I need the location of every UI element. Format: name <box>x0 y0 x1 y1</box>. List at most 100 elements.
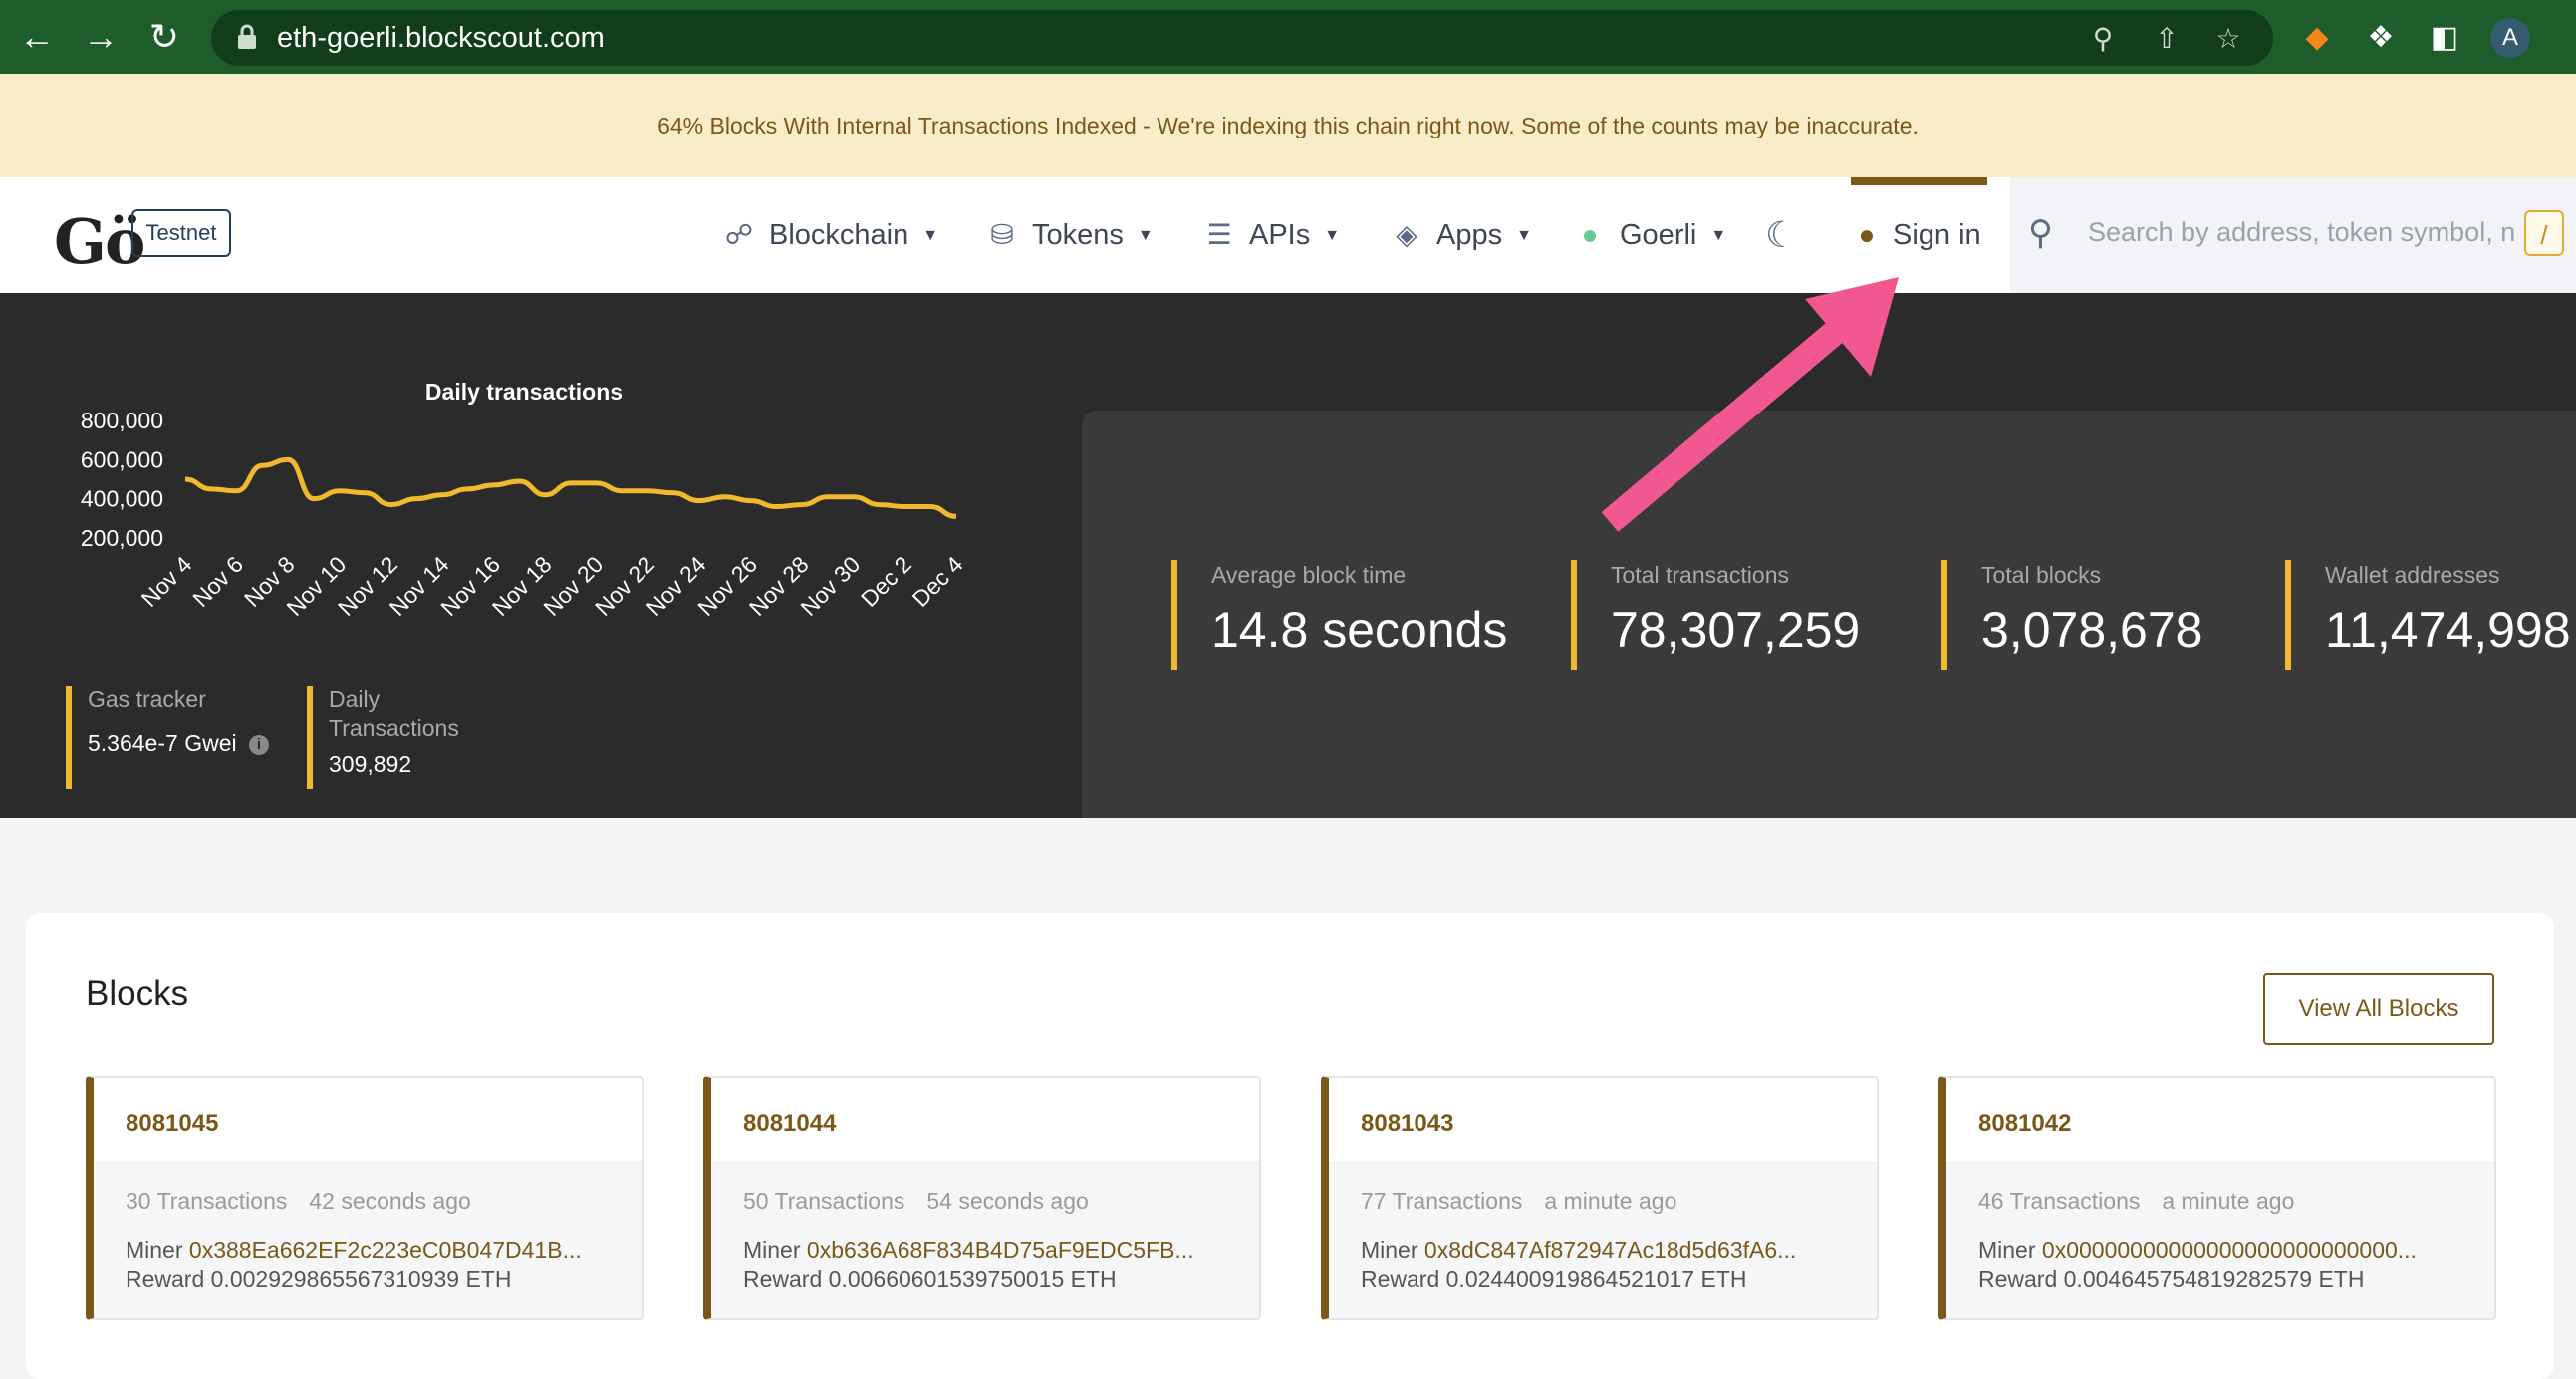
block-tx-count: 50 Transactions <box>743 1188 905 1214</box>
bookmark-star-icon[interactable]: ☆ <box>2213 24 2243 54</box>
goerli-logo[interactable]: Gö <box>54 205 145 278</box>
layers-icon: ◈ <box>1396 219 1417 250</box>
coins-icon: ⛁ <box>990 219 1014 250</box>
link-icon: ☍ <box>724 219 754 250</box>
block-tile: 8081043 77 Transactions a minute ago Mine… <box>1321 1076 1879 1320</box>
zoom-search-icon[interactable]: ⚲ <box>2088 24 2118 54</box>
daily-transactions-stat: Daily Transactions 309,892 <box>307 686 506 789</box>
y-tick-label: 400,000 <box>81 486 163 512</box>
browser-toolbar: ← → ↻ eth-goerli.blockscout.com ⚲ ⇧ ☆ ◆ … <box>0 0 2576 74</box>
stat-label: Total blocks <box>1981 562 2102 588</box>
chevron-down-icon: ▼ <box>1710 227 1727 245</box>
search-shortcut-key: / <box>2524 210 2564 256</box>
stat-average-block-time: Average block time 14.8 seconds <box>1171 560 1507 670</box>
block-number-link[interactable]: 8081045 <box>126 1110 218 1138</box>
gas-tracker: Gas tracker 5.364e-7 Gwei i <box>66 686 295 789</box>
stat-value: 3,078,678 <box>1981 602 2203 658</box>
back-icon[interactable]: ← <box>14 14 60 60</box>
x-tick-label: Nov 30 <box>795 551 865 621</box>
stat-total-blocks: Total blocks 3,078,678 <box>1941 560 2202 670</box>
block-reward: Reward 0.002929865567310939 ETH <box>126 1266 512 1292</box>
chevron-down-icon: ▼ <box>922 227 939 245</box>
nav-tokens[interactable]: ⛁ Tokens ▼ <box>984 213 1153 257</box>
block-meta: 46 Transactions a minute ago <box>1978 1188 2294 1215</box>
nav-apis-label: APIs <box>1249 219 1311 251</box>
gas-tracker-value: 5.364e-7 Gwei i <box>88 730 295 757</box>
miner-address-link[interactable]: 0xb636A68F834B4D75aF9EDC5FB... <box>807 1238 1194 1263</box>
nav-blockchain-label: Blockchain <box>769 219 909 251</box>
miner-address-link[interactable]: 0x00000000000000000000000000... <box>2042 1238 2417 1263</box>
stat-label: Wallet addresses <box>2325 562 2500 588</box>
miner-label: Miner <box>1361 1238 1418 1263</box>
view-all-blocks-button[interactable]: View All Blocks <box>2263 973 2494 1045</box>
x-tick-label: Dec 4 <box>907 551 968 612</box>
nav-apps-label: Apps <box>1436 219 1503 251</box>
search-bar[interactable]: ⚲ Search by address, token symbol, n <box>2010 177 2576 293</box>
chevron-down-icon: ▼ <box>1516 227 1532 245</box>
share-icon[interactable]: ⇧ <box>2152 24 2182 54</box>
metamask-fox-icon[interactable]: ◆ <box>2297 18 2337 58</box>
miner-label: Miner <box>1978 1238 2036 1263</box>
block-number-link[interactable]: 8081043 <box>1361 1110 1453 1138</box>
nav-apps[interactable]: ◈ Apps ▼ <box>1389 213 1532 257</box>
nav-blockchain[interactable]: ☍ Blockchain ▼ <box>721 213 938 257</box>
block-meta: 77 Transactions a minute ago <box>1361 1188 1676 1215</box>
block-miner: Miner 0x00000000000000000000000000... <box>1978 1238 2476 1264</box>
address-bar[interactable]: eth-goerli.blockscout.com ⚲ ⇧ ☆ <box>211 10 2273 66</box>
url-text: eth-goerli.blockscout.com <box>277 22 605 54</box>
indexing-banner: 64% Blocks With Internal Transactions In… <box>0 74 2576 177</box>
block-tx-count: 30 Transactions <box>126 1188 288 1214</box>
stats-panel: Average block time 14.8 seconds Total tr… <box>1082 411 2576 818</box>
block-tx-count: 46 Transactions <box>1978 1188 2141 1214</box>
block-tile: 8081042 46 Transactions a minute ago Mine… <box>1938 1076 2496 1320</box>
nav-network-select[interactable]: Goerli ▼ <box>1584 213 1726 257</box>
y-tick-label: 800,000 <box>81 408 163 433</box>
user-icon: ● <box>1858 219 1876 250</box>
search-input[interactable]: Search by address, token symbol, n <box>2088 217 2546 248</box>
block-miner: Miner 0x388Ea662EF2c223eC0B047D41B... <box>126 1238 624 1264</box>
stat-value: 78,307,259 <box>1611 602 1861 658</box>
daily-transactions-label-2: Transactions <box>329 715 459 741</box>
sign-in-indicator <box>1851 177 1987 185</box>
nav-apis[interactable]: ☰ APIs ▼ <box>1201 213 1340 257</box>
sliders-icon: ☰ <box>1206 219 1232 250</box>
miner-address-link[interactable]: 0x8dC847Af872947Ac18d5d63fA6... <box>1424 1238 1796 1263</box>
reload-icon[interactable]: ↻ <box>141 14 187 60</box>
sign-in-label: Sign in <box>1893 219 1981 251</box>
side-panel-icon[interactable]: ◧ <box>2425 18 2464 58</box>
block-reward: Reward 0.004645754819282579 ETH <box>1978 1266 2365 1292</box>
extensions-puzzle-icon[interactable]: ❖ <box>2361 18 2401 58</box>
daily-transactions-chart: 800,000 600,000 400,000 200,000Nov 4Nov 6 No… <box>81 408 968 621</box>
dark-mode-moon-icon[interactable]: ☾ <box>1765 213 1797 257</box>
x-tick-label: Dec 2 <box>856 551 916 612</box>
sign-in-button[interactable]: ● Sign in <box>1849 213 1981 257</box>
network-status-dot <box>1584 230 1596 243</box>
search-icon: ⚲ <box>2028 214 2053 252</box>
stat-wallet-addresses: Wallet addresses 11,474,998 <box>2285 560 2571 670</box>
stat-value: 14.8 seconds <box>1211 602 1508 658</box>
block-number-link[interactable]: 8081042 <box>1978 1110 2071 1138</box>
block-reward: Reward 0.00660601539750015 ETH <box>743 1266 1117 1292</box>
miner-address-link[interactable]: 0x388Ea662EF2c223eC0B047D41B... <box>189 1238 582 1263</box>
stat-label: Average block time <box>1211 562 1407 588</box>
dashboard-panel: Daily transactions 800,000 600,000 400,000… <box>0 293 2576 818</box>
block-tile: 8081045 30 Transactions 42 seconds ago Mi… <box>86 1076 644 1320</box>
series-line <box>184 456 957 519</box>
miner-label: Miner <box>743 1238 801 1263</box>
profile-avatar[interactable]: A <box>2490 18 2530 58</box>
block-age: a minute ago <box>2162 1188 2295 1214</box>
x-tick-label: Nov 4 <box>136 551 197 612</box>
testnet-badge: Testnet <box>131 209 231 257</box>
forward-icon[interactable]: → <box>78 14 124 60</box>
site-header: Gö Testnet ☍ Blockchain ▼ ⛁ Tokens ▼ ☰ APIs ▼ … <box>0 177 2576 293</box>
block-meta: 30 Transactions 42 seconds ago <box>126 1188 471 1215</box>
block-tx-count: 77 Transactions <box>1361 1188 1523 1214</box>
info-icon[interactable]: i <box>248 734 269 755</box>
block-number-link[interactable]: 8081044 <box>743 1110 836 1138</box>
stat-value: 11,474,998 <box>2325 602 2571 658</box>
daily-transactions-label-1: Daily <box>329 687 381 712</box>
block-age: a minute ago <box>1544 1188 1677 1214</box>
nav-tokens-label: Tokens <box>1032 219 1124 251</box>
miner-label: Miner <box>126 1238 183 1263</box>
daily-transactions-value: 309,892 <box>329 751 412 777</box>
